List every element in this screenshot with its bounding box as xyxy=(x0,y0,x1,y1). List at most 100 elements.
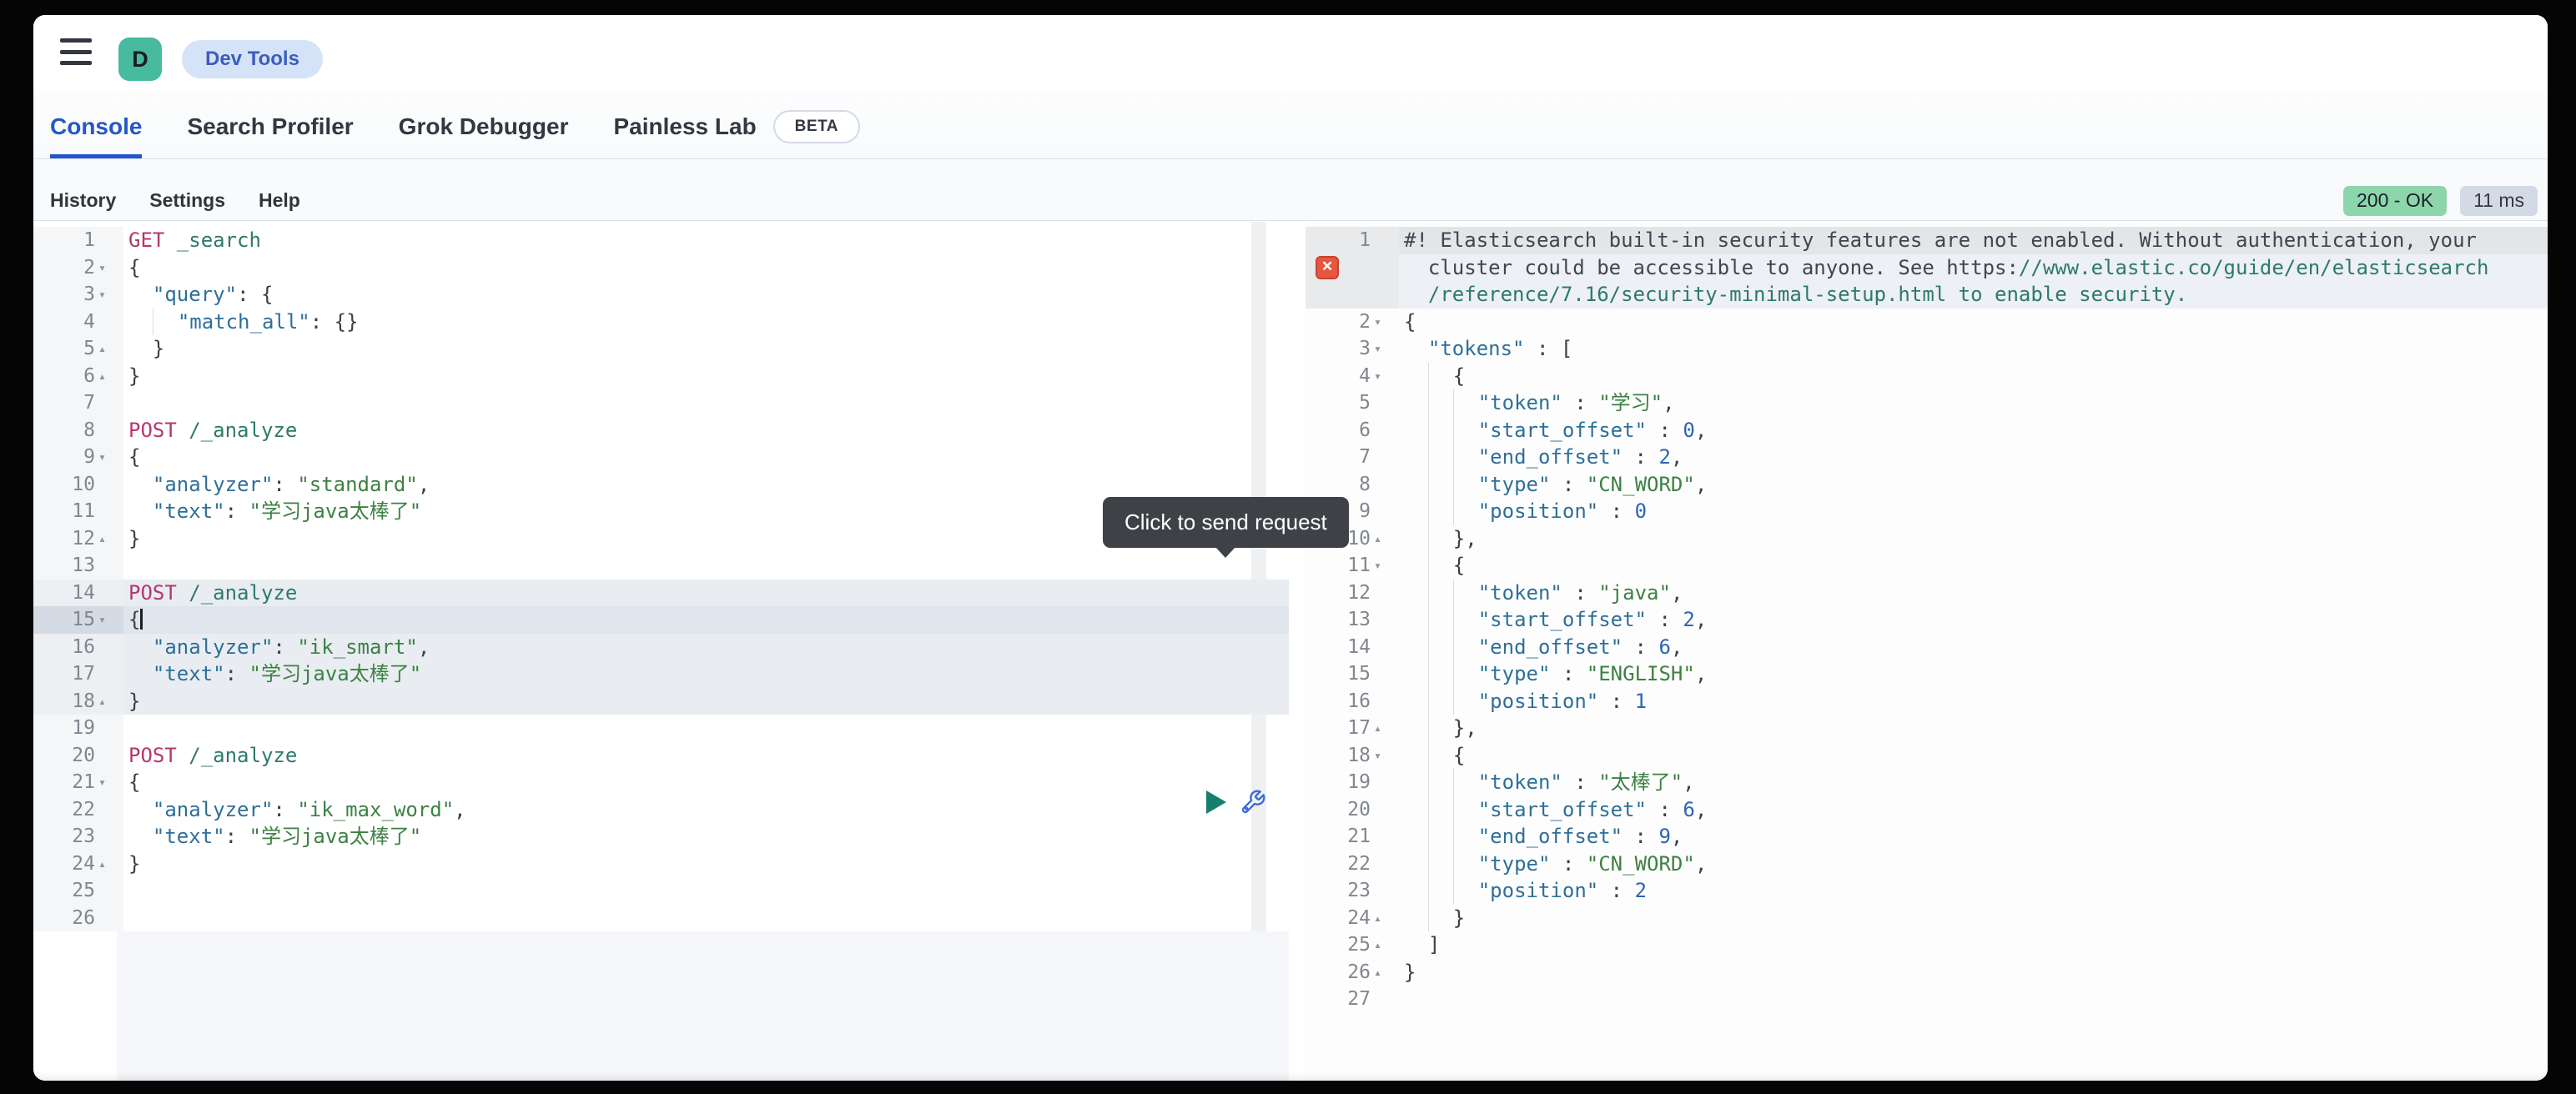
code-text: "token" : "太棒了", xyxy=(1399,769,2548,796)
code-line: 7 xyxy=(33,389,1289,417)
menu-settings[interactable]: Settings xyxy=(149,189,225,212)
fold-toggle-icon[interactable]: ▴ xyxy=(95,335,118,363)
code-line: 11▾ { xyxy=(1306,552,2548,580)
fold-toggle-icon[interactable]: ▴ xyxy=(95,525,118,553)
code-text: } xyxy=(123,335,1289,363)
console-editors: 1GET _search2▾{3▾ "query": {4 "match_all… xyxy=(33,222,2548,1081)
code-text: } xyxy=(123,363,1289,390)
hamburger-menu-icon[interactable] xyxy=(60,38,92,65)
code-text: { xyxy=(123,254,1289,282)
space-avatar[interactable]: D xyxy=(118,38,162,81)
fold-toggle-icon[interactable]: ▾ xyxy=(95,769,118,796)
tab-grok-debugger[interactable]: Grok Debugger xyxy=(399,90,569,158)
gutter-cell: 12▴ xyxy=(33,525,123,553)
gutter-cell: 4 xyxy=(33,309,123,336)
line-number: 25 xyxy=(72,877,95,905)
gutter-cell: 5 xyxy=(1306,389,1399,417)
code-text xyxy=(1399,986,2548,1013)
line-number: 23 xyxy=(1347,877,1371,905)
line-number: 24 xyxy=(1347,905,1371,932)
request-editor[interactable]: 1GET _search2▾{3▾ "query": {4 "match_all… xyxy=(33,222,1289,1081)
line-number: 12 xyxy=(72,525,95,553)
code-text xyxy=(123,877,1289,905)
breadcrumb[interactable]: Dev Tools xyxy=(182,40,323,78)
gutter-cell: 15▾ xyxy=(33,606,123,634)
line-number: 18 xyxy=(72,688,95,715)
fold-toggle-icon[interactable]: ▾ xyxy=(1371,552,1394,580)
code-line: 4▾ { xyxy=(1306,363,2548,390)
fold-toggle-icon[interactable]: ▾ xyxy=(95,281,118,309)
tab-console[interactable]: Console xyxy=(50,90,142,158)
fold-toggle-icon[interactable]: ▾ xyxy=(95,254,118,282)
code-text: "match_all": {} xyxy=(123,309,1289,336)
fold-toggle-icon[interactable]: ▴ xyxy=(95,851,118,878)
code-text: "analyzer": "standard", xyxy=(123,471,1289,499)
gutter-cell: 21▾ xyxy=(33,769,123,796)
fold-toggle-icon[interactable]: ▴ xyxy=(1371,715,1394,742)
code-line: 25▴ ] xyxy=(1306,931,2548,959)
fold-toggle-icon[interactable]: ▴ xyxy=(95,363,118,390)
gutter-cell: 6 xyxy=(1306,417,1399,444)
code-line: 6▴} xyxy=(33,363,1289,390)
fold-toggle-icon[interactable]: ▾ xyxy=(95,606,118,634)
response-viewer[interactable]: 1#! Elasticsearch built-in security feat… xyxy=(1306,222,2548,1081)
code-line: 21 "end_offset" : 9, xyxy=(1306,823,2548,851)
gutter-cell: 24▴ xyxy=(33,851,123,878)
code-text: "end_offset" : 6, xyxy=(1399,634,2548,661)
gutter-cell: 19 xyxy=(33,715,123,742)
gutter-cell: 14 xyxy=(1306,634,1399,661)
line-number: 4 xyxy=(83,309,95,336)
gutter-cell: 5▴ xyxy=(33,335,123,363)
code-text: POST /_analyze xyxy=(123,742,1289,770)
code-line: 14 "end_offset" : 6, xyxy=(1306,634,2548,661)
line-number: 6 xyxy=(1359,417,1371,444)
code-line: 3▾ "query": { xyxy=(33,281,1289,309)
line-number: 10 xyxy=(72,471,95,499)
fold-toggle-icon[interactable]: ▾ xyxy=(1371,742,1394,770)
fold-toggle-icon[interactable]: ▴ xyxy=(95,688,118,715)
code-line: 2▾{ xyxy=(33,254,1289,282)
code-line: 20 "start_offset" : 6, xyxy=(1306,796,2548,824)
gutter-cell: 26▴ xyxy=(1306,959,1399,986)
code-text: { xyxy=(123,606,1289,634)
gutter-cell: 20 xyxy=(33,742,123,770)
fold-toggle-icon[interactable]: ▴ xyxy=(1371,959,1394,986)
fold-toggle-icon[interactable]: ▾ xyxy=(1371,363,1394,390)
gutter-cell: 25▴ xyxy=(1306,931,1399,959)
line-number: 23 xyxy=(72,823,95,851)
fold-toggle-icon[interactable]: ▴ xyxy=(1371,931,1394,959)
fold-toggle-icon[interactable]: ▾ xyxy=(1371,309,1394,336)
fold-toggle-icon[interactable]: ▾ xyxy=(1371,335,1394,363)
code-text: "position" : 0 xyxy=(1399,498,2548,525)
gutter-cell: 7 xyxy=(33,389,123,417)
tab-search-profiler[interactable]: Search Profiler xyxy=(187,90,353,158)
tab-search-profiler-label: Search Profiler xyxy=(187,113,353,140)
line-number: 15 xyxy=(1347,660,1371,688)
code-text: ] xyxy=(1399,931,2548,959)
fold-toggle-icon[interactable]: ▴ xyxy=(1371,905,1394,932)
gutter-cell: 18▾ xyxy=(1306,742,1399,770)
send-request-icon[interactable] xyxy=(1206,790,1226,814)
code-text: #! Elasticsearch built-in security featu… xyxy=(1399,227,2548,254)
menu-help[interactable]: Help xyxy=(259,189,300,212)
fold-toggle-icon[interactable]: ▴ xyxy=(1371,525,1394,553)
gutter-cell: 25 xyxy=(33,877,123,905)
code-line: 12▴} xyxy=(33,525,1289,553)
status-code-badge: 200 - OK xyxy=(2343,186,2447,216)
gutter-cell: 9▾ xyxy=(33,444,123,471)
menu-history[interactable]: History xyxy=(50,189,116,212)
fold-toggle-icon[interactable]: ▾ xyxy=(95,444,118,471)
gutter-cell: 8 xyxy=(1306,471,1399,499)
code-text: "end_offset" : 9, xyxy=(1399,823,2548,851)
error-marker-icon: ✕ xyxy=(1316,256,1339,279)
gutter-cell: 10 xyxy=(33,471,123,499)
code-line: 1#! Elasticsearch built-in security feat… xyxy=(1306,227,2548,254)
tab-painless-lab[interactable]: Painless Lab BETA xyxy=(613,90,860,158)
request-options-wrench-icon[interactable] xyxy=(1240,789,1266,815)
code-line: 26 xyxy=(33,905,1289,932)
code-text: "position" : 2 xyxy=(1399,877,2548,905)
line-number: 18 xyxy=(1347,742,1371,770)
line-number: 11 xyxy=(72,498,95,525)
code-line: /reference/7.16/security-minimal-setup.h… xyxy=(1306,281,2548,309)
response-status: 200 - OK 11 ms xyxy=(2343,186,2538,216)
